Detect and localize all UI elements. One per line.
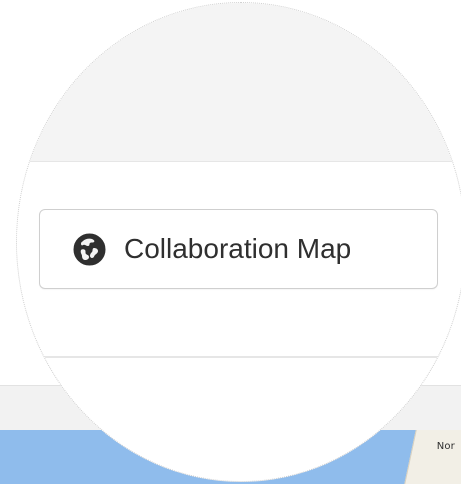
collaboration-map-button[interactable]: Collaboration Map [39,209,438,289]
map-land-area [404,430,461,484]
magnifier-circle: Collaboration Map [16,2,461,482]
globe-icon [73,233,106,266]
magnified-ui-stage: Nor Collaboration Map [0,0,461,484]
header-band [17,3,461,162]
map-region-label: Nor [436,441,455,452]
section-divider [17,356,461,358]
collaboration-map-label: Collaboration Map [124,233,352,264]
